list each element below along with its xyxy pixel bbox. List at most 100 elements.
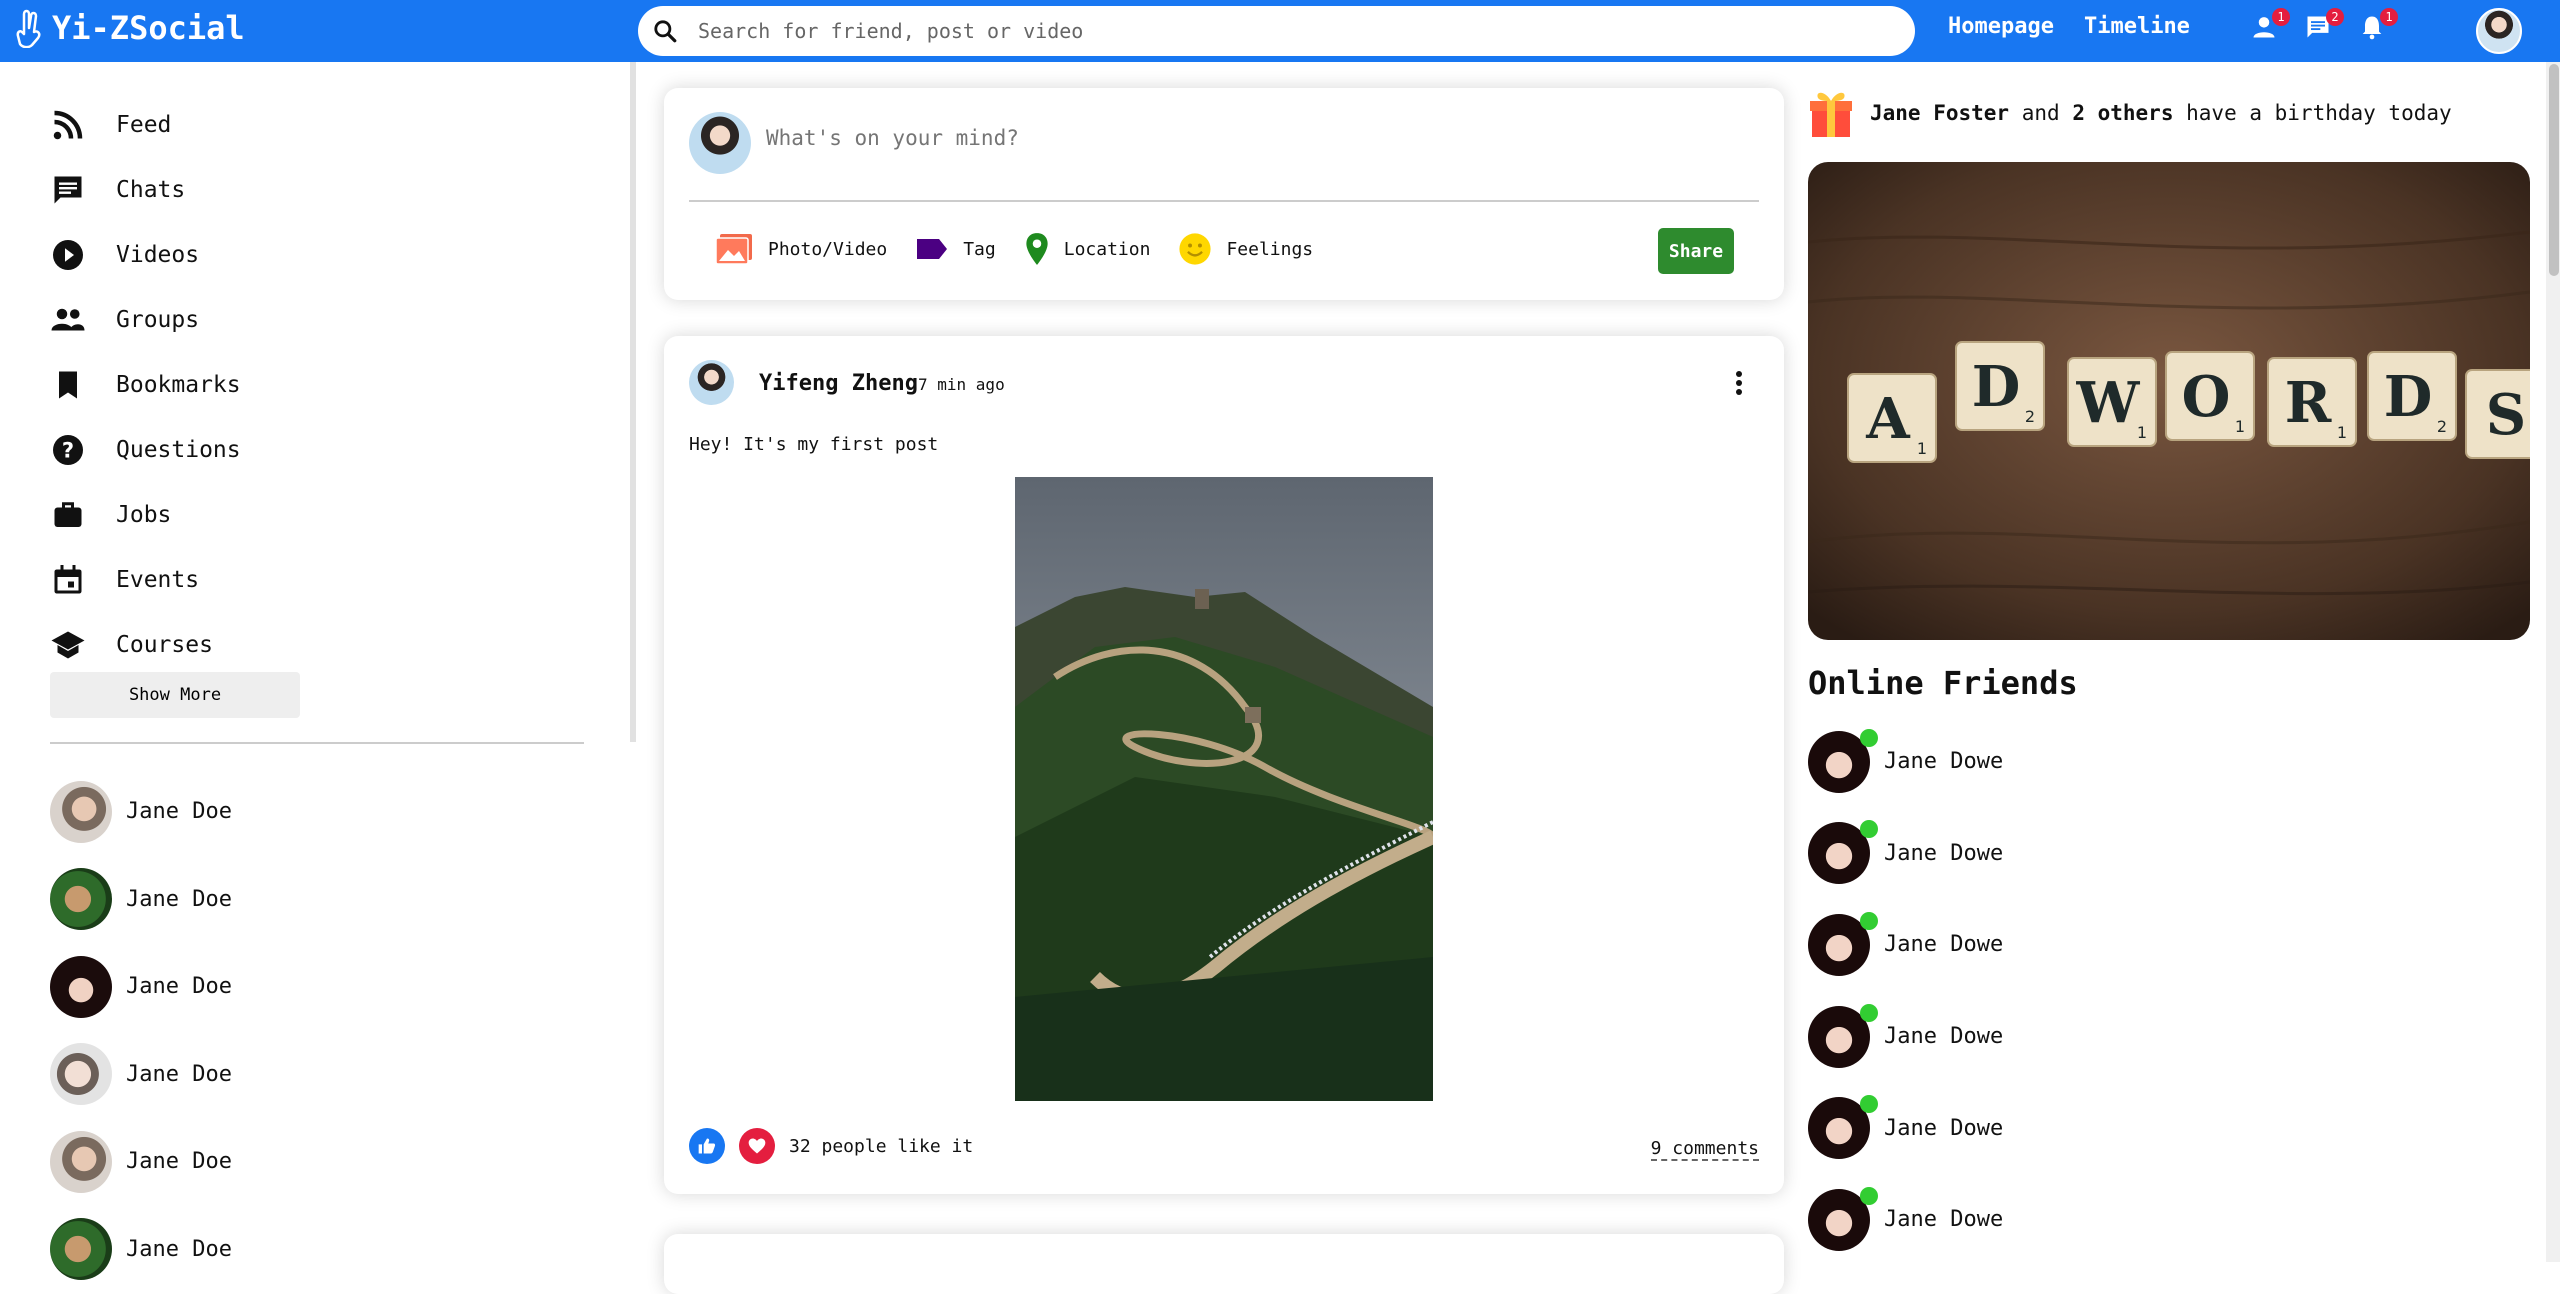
sidebar: Feed Chats Videos Groups Bookmarks ? Que… xyxy=(0,62,634,1281)
page-scrollbar-thumb[interactable] xyxy=(2549,64,2559,276)
sidebar-item-label: Feed xyxy=(116,111,172,138)
friend-name: Jane Doe xyxy=(126,1061,232,1087)
logo[interactable]: Yi-ZSocial xyxy=(14,8,245,48)
more-vert-icon[interactable] xyxy=(1734,368,1744,398)
notifications-badge: 1 xyxy=(2380,8,2398,26)
ad-tile: R1 xyxy=(2267,357,2357,447)
timeline-link[interactable]: Timeline xyxy=(2084,14,2190,39)
comments-link[interactable]: 9 comments xyxy=(1650,1138,1759,1161)
sidebar-item-label: Chats xyxy=(116,176,186,203)
avatar xyxy=(50,1130,112,1193)
like-button[interactable] xyxy=(689,1128,725,1164)
friend-item[interactable]: Jane Doe xyxy=(50,1206,232,1294)
search-bar[interactable] xyxy=(638,6,1915,56)
ad-tile: D2 xyxy=(2367,351,2457,441)
friend-item[interactable]: Jane Doe xyxy=(50,768,232,856)
sidebar-item-label: Events xyxy=(116,566,200,593)
sidebar-item-chats[interactable]: Chats xyxy=(50,157,241,222)
feelings-option[interactable]: Feelings xyxy=(1178,232,1313,266)
online-friends-list: Jane Dowe Jane Dowe Jane Dowe Jane Dowe … xyxy=(1808,716,2530,1266)
online-friends-title: Online Friends xyxy=(1808,664,2078,702)
post-time: 7 min ago xyxy=(918,375,1005,394)
online-friend-item[interactable]: Jane Dowe xyxy=(1808,991,2530,1083)
sidebar-item-groups[interactable]: Groups xyxy=(50,287,241,352)
online-indicator xyxy=(1860,820,1878,839)
logo-text: Yi-ZSocial xyxy=(52,9,245,47)
sidebar-item-label: Courses xyxy=(116,631,213,658)
ad-tile-letter: A xyxy=(1865,386,1911,452)
notifications-button[interactable]: 1 xyxy=(2358,8,2398,44)
friend-requests-button[interactable]: 1 xyxy=(2250,8,2290,44)
friend-name: Jane Doe xyxy=(126,974,232,1000)
sidebar-item-label: Questions xyxy=(116,436,241,463)
photo-video-label: Photo/Video xyxy=(768,238,888,260)
sidebar-item-videos[interactable]: Videos xyxy=(50,222,241,287)
messages-button[interactable]: 2 xyxy=(2304,8,2344,44)
sidebar-item-events[interactable]: Events xyxy=(50,547,241,612)
birthday-name: Jane Foster xyxy=(1870,101,2010,125)
post-image[interactable] xyxy=(1015,477,1433,1101)
online-friend-item[interactable]: Jane Dowe xyxy=(1808,716,2530,808)
avatar xyxy=(689,112,751,174)
online-friend-item[interactable]: Jane Dowe xyxy=(1808,1174,2530,1266)
ad-image[interactable]: A1D2W1O1R1D2S1 xyxy=(1808,162,2530,640)
post-input[interactable] xyxy=(766,126,1666,150)
friend-name: Jane Doe xyxy=(126,886,232,912)
sidebar-item-feed[interactable]: Feed xyxy=(50,92,241,157)
tag-option[interactable]: Tag xyxy=(915,236,996,262)
feelings-label: Feelings xyxy=(1226,238,1314,260)
sidebar-scrollbar[interactable] xyxy=(630,62,636,742)
sidebar-nav: Feed Chats Videos Groups Bookmarks ? Que… xyxy=(50,92,241,677)
post-author[interactable]: Yifeng Zheng xyxy=(759,371,918,396)
avatar xyxy=(50,780,112,843)
sidebar-item-bookmarks[interactable]: Bookmarks xyxy=(50,352,241,417)
photo-icon xyxy=(715,234,752,265)
friends-badge: 1 xyxy=(2272,8,2290,26)
homepage-link[interactable]: Homepage xyxy=(1948,14,2054,39)
heart-icon xyxy=(748,1138,766,1154)
avatar xyxy=(50,868,112,931)
ad-tile-letter: W xyxy=(2076,370,2141,436)
gift-icon xyxy=(1810,92,1852,137)
location-option[interactable]: Location xyxy=(1024,232,1150,266)
show-more-button[interactable]: Show More xyxy=(50,672,300,718)
sidebar-item-jobs[interactable]: Jobs xyxy=(50,482,241,547)
online-friend-item[interactable]: Jane Dowe xyxy=(1808,808,2530,900)
ad-tile-letter: D xyxy=(2384,364,2433,430)
school-icon xyxy=(51,631,85,658)
ad-tile: S1 xyxy=(2465,369,2530,459)
thumbs-up-icon xyxy=(698,1138,716,1154)
friend-item[interactable]: Jane Doe xyxy=(50,1031,232,1119)
share-button[interactable]: Share xyxy=(1658,228,1734,274)
online-indicator xyxy=(1860,1186,1878,1205)
ad-tile-score: 1 xyxy=(2137,423,2147,442)
birthday-and: and xyxy=(2021,101,2060,125)
bookmark-icon xyxy=(59,371,77,398)
online-friend-name: Jane Dowe xyxy=(1884,1115,2004,1141)
ad-tile: D2 xyxy=(1955,341,2045,431)
play-circle-icon xyxy=(53,239,83,270)
online-friend-item[interactable]: Jane Dowe xyxy=(1808,899,2530,991)
ad-tile-letter: O xyxy=(2182,364,2231,430)
friend-item[interactable]: Jane Doe xyxy=(50,1118,232,1206)
online-indicator xyxy=(1860,911,1878,930)
online-friend-name: Jane Dowe xyxy=(1884,1207,2004,1233)
sidebar-item-label: Jobs xyxy=(116,501,172,528)
online-friend-item[interactable]: Jane Dowe xyxy=(1808,1082,2530,1174)
tag-icon xyxy=(917,239,948,259)
friend-item[interactable]: Jane Doe xyxy=(50,943,232,1031)
avatar xyxy=(50,955,112,1018)
heart-button[interactable] xyxy=(739,1128,775,1164)
profile-avatar[interactable] xyxy=(2476,8,2522,54)
sidebar-item-label: Bookmarks xyxy=(116,371,241,398)
photo-video-option[interactable]: Photo/Video xyxy=(714,232,887,266)
friend-item[interactable]: Jane Doe xyxy=(50,856,232,944)
help-circle-icon: ? xyxy=(53,434,83,465)
search-input[interactable] xyxy=(698,19,1848,43)
sidebar-item-questions[interactable]: ? Questions xyxy=(50,417,241,482)
ad-tile-letter: R xyxy=(2285,370,2332,436)
birthday-notice[interactable]: Jane Foster and 2 others have a birthday… xyxy=(1808,80,2530,146)
avatar[interactable] xyxy=(689,360,734,405)
sidebar-item-courses[interactable]: Courses xyxy=(50,612,241,677)
share-divider xyxy=(689,200,1759,202)
